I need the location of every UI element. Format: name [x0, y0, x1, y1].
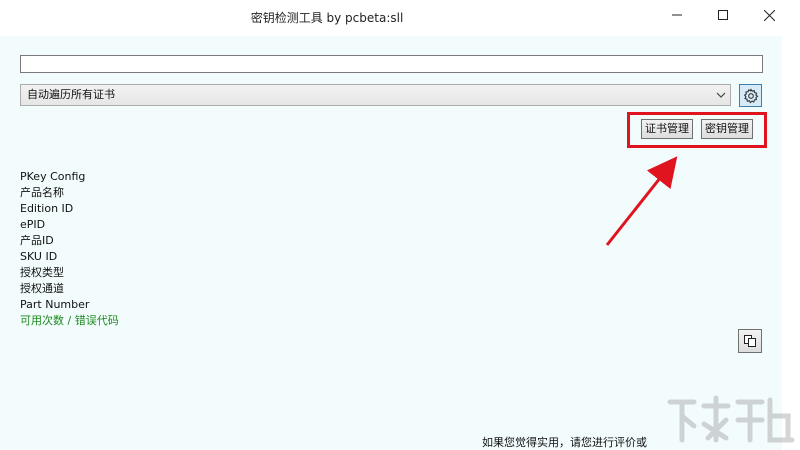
key-info-list: PKey Config 产品名称 Edition ID ePID 产品ID SK…	[20, 169, 119, 329]
info-product-name: 产品名称	[20, 186, 64, 199]
site-watermark-logo	[667, 395, 795, 443]
info-license-channel: 授权通道	[20, 282, 64, 295]
close-icon	[763, 9, 775, 21]
cert-manage-button[interactable]: 证书管理	[641, 119, 693, 139]
info-epid: ePID	[20, 218, 46, 231]
info-product-id: 产品ID	[20, 234, 54, 247]
title-bar: 密钥检测工具 by pcbeta:sll	[0, 0, 800, 36]
info-edition-id: Edition ID	[20, 202, 74, 215]
window-title: 密钥检测工具 by pcbeta:sll	[250, 11, 404, 25]
info-part-number: Part Number	[20, 298, 90, 311]
chevron-down-icon	[716, 92, 726, 98]
maximize-icon	[718, 10, 728, 20]
minimize-button[interactable]	[654, 0, 700, 30]
minimize-icon	[672, 14, 682, 16]
key-manage-button[interactable]: 密钥管理	[701, 119, 753, 139]
certificate-select-value: 自动遍历所有证书	[27, 88, 115, 101]
key-input[interactable]	[20, 55, 763, 73]
info-pkey-config: PKey Config	[20, 170, 86, 183]
info-activation-count-error-code: 可用次数 / 错误代码	[20, 314, 119, 327]
settings-button[interactable]	[739, 84, 762, 107]
info-sku-id: SKU ID	[20, 250, 58, 263]
window-edge	[782, 36, 800, 450]
copy-icon	[744, 335, 756, 347]
certificate-select[interactable]: 自动遍历所有证书	[20, 84, 731, 106]
info-license-type: 授权类型	[20, 266, 64, 279]
maximize-button[interactable]	[700, 0, 746, 30]
copy-button[interactable]	[738, 329, 762, 353]
footer-rating-text: 如果您觉得实用，请您进行评价或	[482, 436, 647, 449]
gear-icon	[743, 87, 758, 103]
close-button[interactable]	[746, 0, 792, 30]
